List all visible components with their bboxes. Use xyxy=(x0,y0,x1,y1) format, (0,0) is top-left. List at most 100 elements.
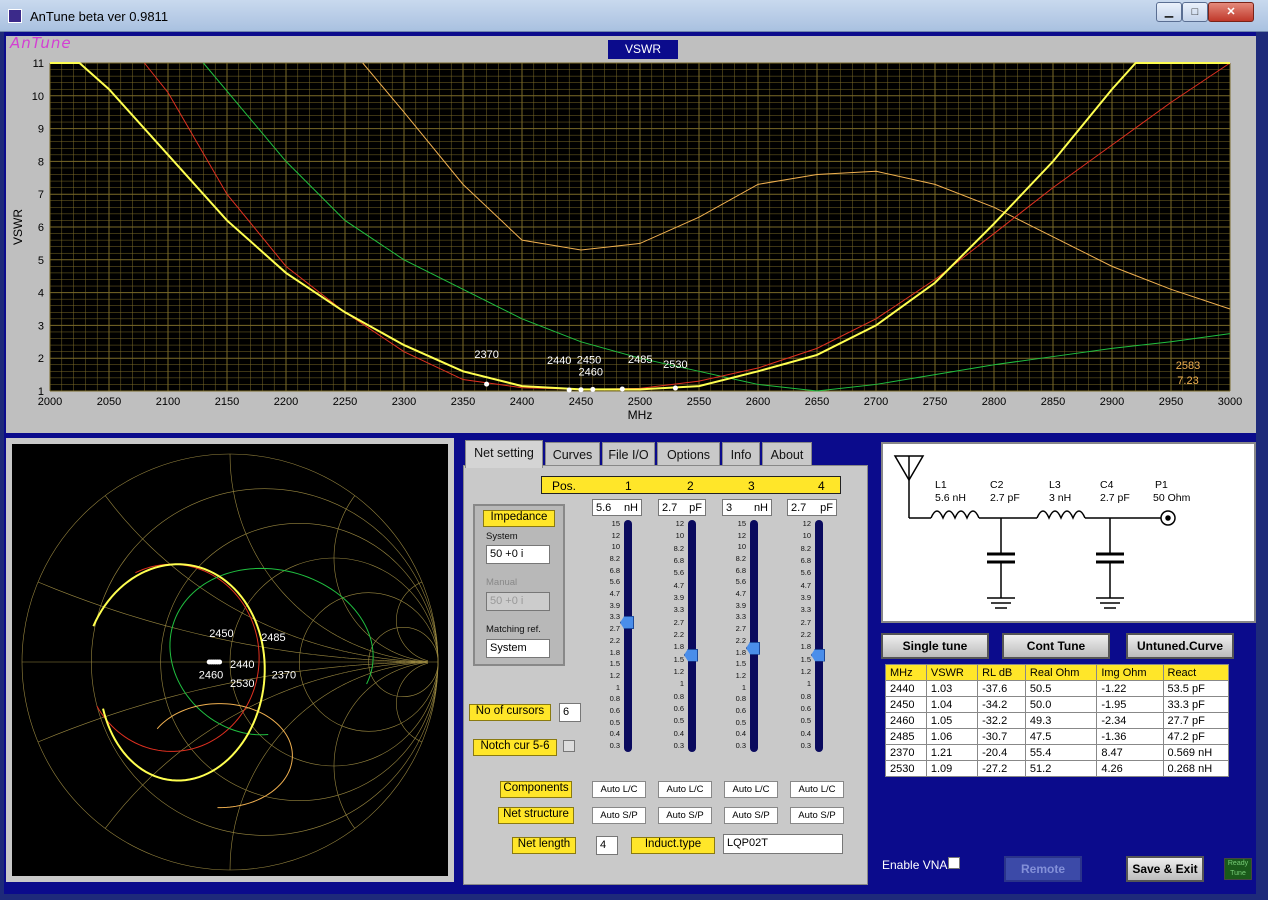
vswr-tab-label: VSWR xyxy=(608,40,678,59)
smith-chart-panel: 2450 2485 2440 2460 2530 2370 xyxy=(6,438,454,882)
title-bar: AnTune beta ver 0.9811 ▁ □ ✕ xyxy=(0,0,1268,32)
marker-label: 2440 xyxy=(547,355,571,367)
component-3-select[interactable]: Auto L/C xyxy=(724,781,778,798)
manual-impedance-field[interactable]: 50 +0 i xyxy=(486,592,550,611)
col-img: Img Ohm xyxy=(1096,664,1164,681)
component-4-select[interactable]: Auto L/C xyxy=(790,781,844,798)
x-tick-label: 2850 xyxy=(1041,396,1065,408)
y-tick-label: 1 xyxy=(38,386,44,398)
y-tick-label: 8 xyxy=(38,156,44,168)
x-tick-label: 2900 xyxy=(1100,396,1124,408)
untuned-curve-button[interactable]: Untuned.Curve xyxy=(1126,633,1234,659)
reactance-arc xyxy=(37,581,428,663)
x-tick-label: 2650 xyxy=(805,396,829,408)
app-logo: AnTune xyxy=(10,34,72,52)
minimize-button[interactable]: ▁ xyxy=(1156,2,1182,22)
net-structure-label: Net structure xyxy=(498,807,574,824)
slider-tick-label: 0.3 xyxy=(735,741,746,750)
value-1: 5.6 xyxy=(596,502,612,514)
table-cell: -30.7 xyxy=(977,728,1026,745)
structure-1-select[interactable]: Auto S/P xyxy=(592,807,646,824)
y-tick-label: 6 xyxy=(38,222,44,234)
slider-track-4[interactable] xyxy=(815,520,823,752)
value-field-4[interactable]: 2.7 pF xyxy=(787,499,837,516)
c2-value: 2.7 pF xyxy=(990,492,1020,504)
table-row: 2440 1.03 -37.6 50.5 -1.22 53.5 pF xyxy=(885,680,1229,697)
matching-ref-select[interactable]: System xyxy=(486,639,550,658)
table-cell: -2.34 xyxy=(1096,712,1164,729)
net-length-field[interactable]: 4 xyxy=(596,836,618,855)
slider-tick-label: 10 xyxy=(675,531,684,541)
component-2-select[interactable]: Auto L/C xyxy=(658,781,712,798)
slider-tick-label: 2.2 xyxy=(800,630,811,639)
remote-button[interactable]: Remote xyxy=(1004,856,1082,882)
marker-label: 2485 xyxy=(628,354,652,366)
col-real: Real Ohm xyxy=(1024,664,1098,681)
x-tick-label: 2400 xyxy=(510,396,534,408)
close-button[interactable]: ✕ xyxy=(1208,2,1254,22)
slider-tick-label: 1.2 xyxy=(735,670,746,680)
slider-tick-label: 6.8 xyxy=(609,565,620,575)
marker-label: 2460 xyxy=(579,366,603,378)
notch-checkbox[interactable] xyxy=(563,740,575,752)
schematic-panel: L1 5.6 nH C2 2.7 pF L3 3 nH C4 2.7 pF P1… xyxy=(881,442,1256,623)
table-header-row: MHz VSWR RL dB Real Ohm Img Ohm React xyxy=(885,664,1229,681)
structure-4-select[interactable]: Auto S/P xyxy=(790,807,844,824)
components-label: Components xyxy=(500,781,572,798)
marker-point xyxy=(619,386,625,392)
value-field-2[interactable]: 2.7 pF xyxy=(658,499,706,516)
y-tick-label: 2 xyxy=(38,353,44,365)
inductor-l1-icon xyxy=(930,510,980,520)
slider-tick-label: 1.8 xyxy=(673,642,684,652)
slider-tick-label: 2.7 xyxy=(609,624,620,634)
slider-tick-label: 3.9 xyxy=(735,600,746,610)
slider-tick-label: 3.9 xyxy=(673,593,684,602)
table-body: 2440 1.03 -37.6 50.5 -1.22 53.5 pF 2450 1.04 -34… xyxy=(885,680,1229,777)
slider-tick-label: 1 xyxy=(741,682,746,692)
slider-tick-label: 3.3 xyxy=(673,605,684,615)
slider-track-3[interactable] xyxy=(750,520,758,752)
table-cell: 1.04 xyxy=(925,696,979,713)
table-row: 2450 1.04 -34.2 50.0 -1.95 33.3 pF xyxy=(885,696,1229,713)
x-tick-label: 2600 xyxy=(746,396,770,408)
smith-trace xyxy=(169,567,374,736)
slider-tick-label: 12 xyxy=(802,519,811,528)
cont-tune-button[interactable]: Cont Tune xyxy=(1002,633,1110,659)
system-impedance-field[interactable]: 50 +0 i xyxy=(486,545,550,564)
enable-vna-checkbox[interactable] xyxy=(948,857,960,869)
smith-trace xyxy=(96,563,260,752)
single-tune-button[interactable]: Single tune xyxy=(881,633,989,659)
net-length-label: Net length xyxy=(512,837,576,854)
slider-track-1[interactable] xyxy=(624,520,632,752)
slider-tick-label: 1.8 xyxy=(609,647,620,657)
l1-name: L1 xyxy=(935,479,947,491)
table-cell: 50.0 xyxy=(1024,696,1098,713)
x-tick-label: 2950 xyxy=(1159,396,1183,408)
tab-net-setting[interactable]: Net setting xyxy=(465,440,543,468)
value-4: 2.7 xyxy=(791,502,807,514)
value-field-3[interactable]: 3 nH xyxy=(722,499,772,516)
slider-tick-label: 12 xyxy=(675,519,684,528)
slider-tick-label: 5.6 xyxy=(735,577,746,587)
structure-2-select[interactable]: Auto S/P xyxy=(658,807,712,824)
induct-type-field[interactable]: LQP02T xyxy=(723,834,843,854)
table-cell: -1.22 xyxy=(1096,680,1164,697)
maximize-button[interactable]: □ xyxy=(1182,2,1208,22)
cursors-field[interactable]: 6 xyxy=(559,703,581,722)
table-cell: 33.3 pF xyxy=(1162,696,1229,713)
marker-label: 2370 xyxy=(474,349,498,361)
marker-label: 2450 xyxy=(577,355,601,367)
slider-tick-label: 1.2 xyxy=(800,667,811,676)
table-cell: 1.09 xyxy=(925,760,979,777)
slider-tick-label: 4.7 xyxy=(735,589,746,599)
save-exit-button[interactable]: Save & Exit xyxy=(1126,856,1204,882)
slider-tick-label: 2.2 xyxy=(609,635,620,645)
reactance-arc xyxy=(333,662,428,829)
table-cell: 0.268 nH xyxy=(1162,760,1229,777)
value-field-1[interactable]: 5.6 nH xyxy=(592,499,642,516)
slider-track-2[interactable] xyxy=(688,520,696,752)
component-1-select[interactable]: Auto L/C xyxy=(592,781,646,798)
pos-3: 3 xyxy=(748,479,755,493)
slider-tick-label: 4.7 xyxy=(673,580,684,590)
structure-3-select[interactable]: Auto S/P xyxy=(724,807,778,824)
